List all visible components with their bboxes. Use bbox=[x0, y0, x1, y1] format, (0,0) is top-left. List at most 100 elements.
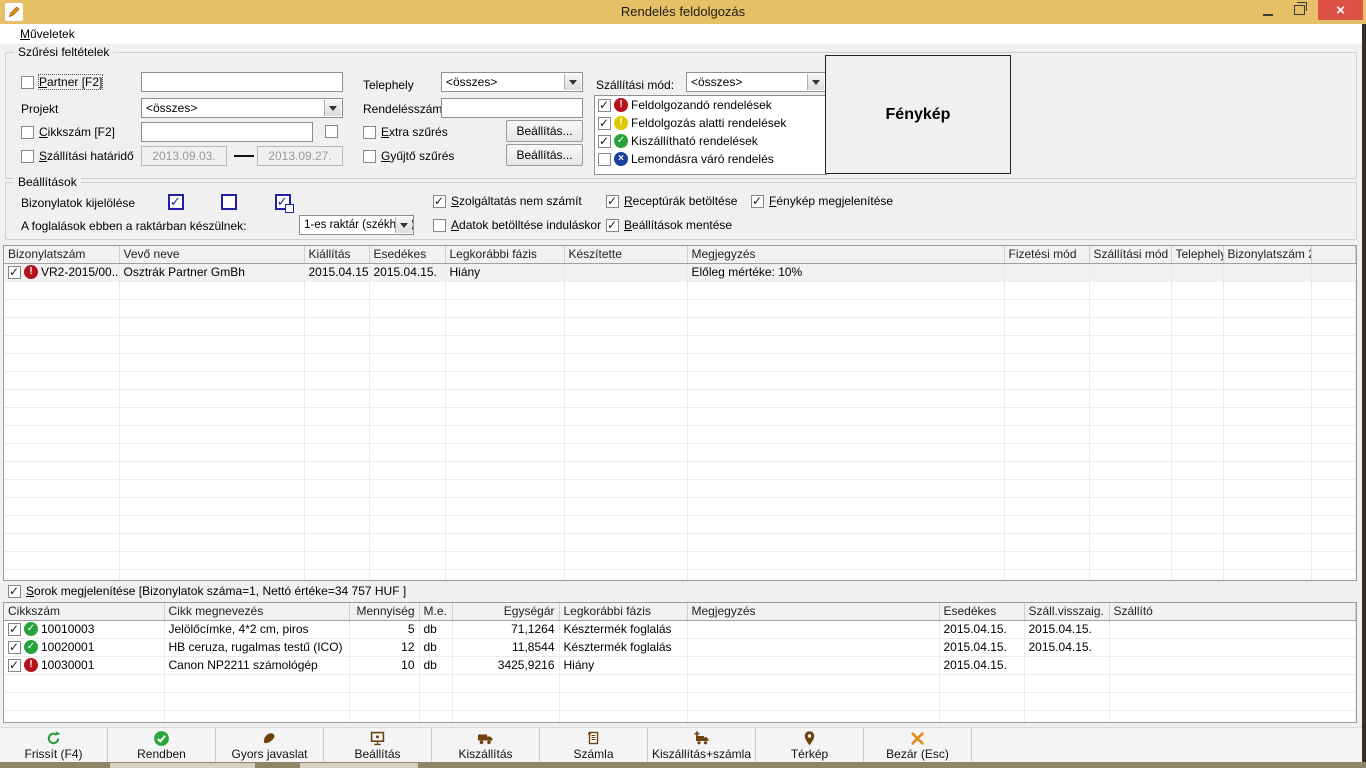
col-megjegyzes[interactable]: Megjegyzés bbox=[687, 603, 939, 620]
extra-beallitas-button[interactable]: Beállítás... bbox=[506, 120, 583, 142]
col-vevo-neve[interactable]: Vevő neve bbox=[119, 246, 304, 263]
partner-checkbox[interactable]: Partner [F2] bbox=[21, 75, 102, 89]
state-label[interactable]: Feldolgozandó rendelések bbox=[631, 98, 772, 112]
col-me[interactable]: M.e. bbox=[419, 603, 452, 620]
col-szallito[interactable]: Szállító bbox=[1109, 603, 1356, 620]
state-label[interactable]: Lemondásra váró rendelés bbox=[631, 152, 774, 166]
col-mennyiseg[interactable]: Mennyiség bbox=[349, 603, 419, 620]
rows-toggle[interactable]: Sorok megjelenítése [Bizonylatok száma=1… bbox=[8, 584, 406, 598]
state-feldolgozas-alatti[interactable]: ! Feldolgozás alatti rendelések bbox=[595, 114, 826, 132]
hatarido-checkbox-label[interactable]: Szállítási határidő bbox=[39, 149, 134, 163]
col-telephely[interactable]: Telephely bbox=[1171, 246, 1223, 263]
mentes-checkbox-box[interactable] bbox=[606, 219, 619, 232]
state-checkbox[interactable] bbox=[598, 99, 611, 112]
chevron-down-icon[interactable] bbox=[324, 100, 341, 116]
szallitasi-mod-combobox[interactable]: <összes> bbox=[686, 72, 826, 92]
cikkszam-input[interactable] bbox=[141, 122, 313, 142]
cikkszam-checkbox-label[interactable]: Cikkszám [F2] bbox=[39, 125, 115, 139]
deselect-all-button[interactable] bbox=[221, 194, 237, 210]
settings-button[interactable]: Beállítás bbox=[324, 728, 432, 763]
rendelesszam-input[interactable] bbox=[441, 98, 583, 118]
item-row[interactable]: ✓ 10010003 Jelölőcímke, 4*2 cm, piros 5 … bbox=[4, 620, 1356, 638]
col-bizonylatszam[interactable]: Bizonylatszám bbox=[4, 246, 119, 263]
col-legkorabbi-fazis[interactable]: Legkorábbi fázis bbox=[445, 246, 564, 263]
rows-toggle-checkbox[interactable] bbox=[8, 585, 21, 598]
col-kiallitas[interactable]: Kiállítás bbox=[304, 246, 369, 263]
partner-checkbox-label[interactable]: Partner [F2] bbox=[39, 75, 102, 89]
state-checkbox[interactable] bbox=[598, 135, 611, 148]
col-keszitette[interactable]: Készítette bbox=[564, 246, 687, 263]
cikkszam-extra-checkbox[interactable] bbox=[325, 125, 338, 138]
hatarido-from-input[interactable] bbox=[141, 146, 227, 166]
col-megjegyzes[interactable]: Megjegyzés bbox=[687, 246, 1004, 263]
fenykep-checkbox[interactable]: Fénykép megjelenítése bbox=[751, 194, 893, 208]
col-esedekes[interactable]: Esedékes bbox=[369, 246, 445, 263]
gyujto-szures-label[interactable]: Gyűjtő szűrés bbox=[381, 149, 454, 163]
invert-selection-button[interactable] bbox=[275, 194, 291, 210]
state-label[interactable]: Kiszállítható rendelések bbox=[631, 134, 758, 148]
delivery-invoice-button[interactable]: Kiszállítás+számla bbox=[648, 728, 756, 763]
rows-toggle-label[interactable]: Sorok megjelenítése [Bizonylatok száma=1… bbox=[26, 584, 406, 598]
extra-szures-label[interactable]: Extra szűrés bbox=[381, 125, 448, 139]
extra-szures-checkbox-box[interactable] bbox=[363, 126, 376, 139]
cikkszam-checkbox[interactable]: Cikkszám [F2] bbox=[21, 125, 115, 139]
col-bizonylatszam2[interactable]: Bizonylatszám 2. bbox=[1223, 246, 1311, 263]
gyujto-szures-checkbox[interactable]: Gyűjtő szűrés bbox=[363, 149, 454, 163]
col-egysegar[interactable]: Egységár bbox=[452, 603, 559, 620]
state-kiszallithato[interactable]: ✓ Kiszállítható rendelések bbox=[595, 132, 826, 150]
item-row[interactable]: ✓ 10020001 HB ceruza, rugalmas testű (IC… bbox=[4, 638, 1356, 656]
row-checkbox[interactable] bbox=[8, 659, 21, 672]
fenykep-checkbox-box[interactable] bbox=[751, 195, 764, 208]
adatok-checkbox-box[interactable] bbox=[433, 219, 446, 232]
close-button[interactable]: × bbox=[1318, 0, 1363, 20]
chevron-down-icon[interactable] bbox=[807, 74, 824, 90]
restore-button[interactable] bbox=[1285, 0, 1314, 20]
close-esc-button[interactable]: Bezár (Esc) bbox=[864, 728, 972, 763]
mentes-label[interactable]: Beállítások mentése bbox=[624, 218, 732, 232]
hatarido-checkbox[interactable]: Szállítási határidő bbox=[21, 149, 134, 163]
state-checkbox[interactable] bbox=[598, 117, 611, 130]
szolgaltatas-checkbox-box[interactable] bbox=[433, 195, 446, 208]
minimize-button[interactable] bbox=[1253, 0, 1282, 20]
col-szallitasi-mod[interactable]: Szállítási mód bbox=[1089, 246, 1171, 263]
adatok-checkbox[interactable]: Adatok betölltése induláskor bbox=[433, 218, 601, 232]
hatarido-to-input[interactable] bbox=[257, 146, 343, 166]
select-all-button[interactable] bbox=[168, 194, 184, 210]
row-checkbox[interactable] bbox=[8, 266, 21, 279]
state-feldolgozando[interactable]: ! Feldolgozandó rendelések bbox=[595, 96, 826, 114]
quick-suggestion-button[interactable]: Gyors javaslat bbox=[216, 728, 324, 763]
szolgaltatas-label[interactable]: Szolgáltatás nem számít bbox=[451, 194, 582, 208]
ok-button[interactable]: Rendben bbox=[108, 728, 216, 763]
order-row[interactable]: ! VR2-2015/00... Osztrák Partner GmBh 20… bbox=[4, 263, 1356, 281]
refresh-button[interactable]: Frissít (F4) bbox=[0, 728, 108, 763]
raktar-combobox[interactable]: 1-es raktár (székhely) bbox=[299, 215, 414, 235]
invoice-button[interactable]: Számla bbox=[540, 728, 648, 763]
row-checkbox[interactable] bbox=[8, 623, 21, 636]
state-label[interactable]: Feldolgozás alatti rendelések bbox=[631, 116, 786, 130]
chevron-down-icon[interactable] bbox=[395, 217, 412, 233]
col-szall-visszaig[interactable]: Száll.visszaig. bbox=[1024, 603, 1109, 620]
col-fizetesi-mod[interactable]: Fizetési mód bbox=[1004, 246, 1089, 263]
partner-checkbox-box[interactable] bbox=[21, 76, 34, 89]
item-row[interactable]: ! 10030001 Canon NP2211 számológép 10 db… bbox=[4, 656, 1356, 674]
state-lemondasra-varo[interactable]: × Lemondásra váró rendelés bbox=[595, 150, 826, 168]
col-legkorabbi-fazis[interactable]: Legkorábbi fázis bbox=[559, 603, 687, 620]
gyujto-beallitas-button[interactable]: Beállítás... bbox=[506, 144, 583, 166]
col-esedekes[interactable]: Esedékes bbox=[939, 603, 1024, 620]
row-checkbox[interactable] bbox=[8, 641, 21, 654]
hatarido-checkbox-box[interactable] bbox=[21, 150, 34, 163]
fenykep-label[interactable]: Fénykép megjelenítése bbox=[769, 194, 893, 208]
extra-szures-checkbox[interactable]: Extra szűrés bbox=[363, 125, 448, 139]
chevron-down-icon[interactable] bbox=[564, 74, 581, 90]
mentes-checkbox[interactable]: Beállítások mentése bbox=[606, 218, 732, 232]
receptura-checkbox-box[interactable] bbox=[606, 195, 619, 208]
map-button[interactable]: Térkép bbox=[756, 728, 864, 763]
gyujto-szures-checkbox-box[interactable] bbox=[363, 150, 376, 163]
receptura-checkbox[interactable]: Receptúrák betöltése bbox=[606, 194, 737, 208]
adatok-label[interactable]: Adatok betölltése induláskor bbox=[451, 218, 601, 232]
col-cikkszam[interactable]: Cikkszám bbox=[4, 603, 164, 620]
telephely-combobox[interactable]: <összes> bbox=[441, 72, 583, 92]
szolgaltatas-checkbox[interactable]: Szolgáltatás nem számít bbox=[433, 194, 582, 208]
projekt-combobox[interactable]: <összes> bbox=[141, 98, 343, 118]
col-cikk-megnevezes[interactable]: Cikk megnevezés bbox=[164, 603, 349, 620]
